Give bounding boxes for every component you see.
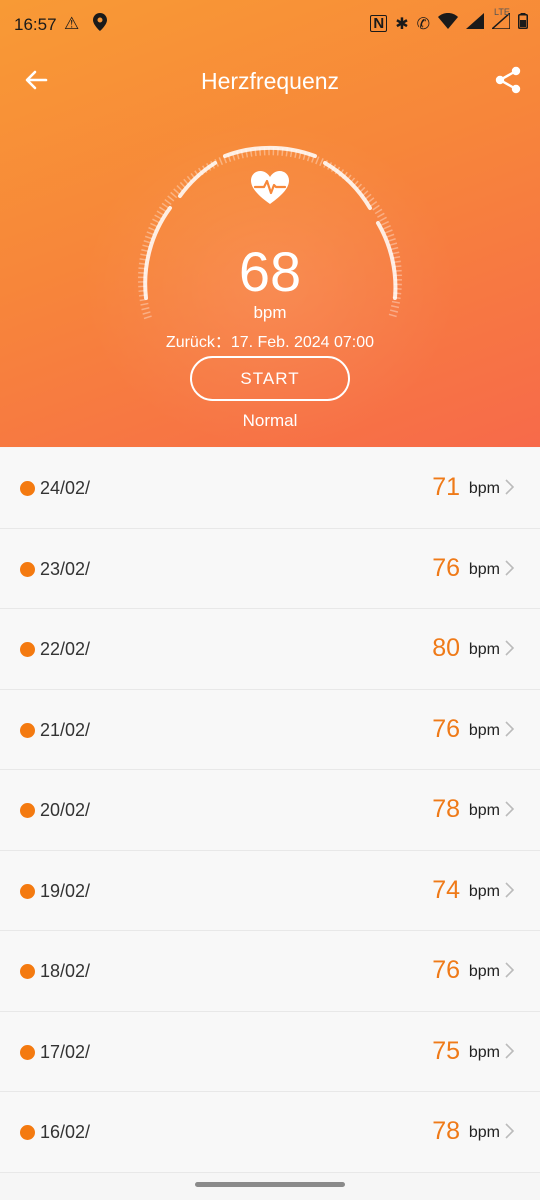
- status-dot-icon: [20, 642, 35, 657]
- history-value: 78: [432, 795, 460, 823]
- history-row[interactable]: 21/02/ 76 bpm: [0, 689, 540, 770]
- chevron-right-icon: [505, 559, 515, 576]
- history-date: 20/02/: [40, 800, 91, 820]
- history-date: 24/02/: [40, 478, 91, 498]
- chevron-right-icon: [505, 962, 515, 978]
- share-icon: [495, 66, 521, 94]
- app-bar: Herzfrequenz: [0, 58, 540, 102]
- current-bpm-value: 68: [238, 240, 302, 303]
- start-button[interactable]: START: [190, 356, 350, 401]
- history-unit: bpm: [468, 1043, 500, 1061]
- history-value: 76: [432, 553, 460, 582]
- history-row[interactable]: 16/02/ 78 bpm: [0, 1092, 540, 1173]
- status-dot-icon: [20, 481, 35, 496]
- status-icons: N ✱ ✆ LTE: [370, 7, 528, 34]
- history-row[interactable]: 18/02/ 76 bpm: [0, 931, 540, 1012]
- page-title: Herzfrequenz: [200, 68, 340, 94]
- chevron-right-icon: [505, 640, 515, 656]
- history-unit: bpm: [468, 721, 500, 739]
- status-dot-icon: [20, 1044, 35, 1060]
- status-bar: 16:57 ⚠ N ✱ ✆ LTE: [0, 0, 540, 50]
- history-date: 23/02/: [40, 558, 91, 579]
- history-row[interactable]: 17/02/ 75 bpm: [0, 1011, 540, 1092]
- history-value: 71: [432, 473, 460, 501]
- status-dot-icon: [20, 803, 35, 818]
- history-date: 21/02/: [40, 719, 91, 740]
- current-bpm-unit: bpm: [253, 303, 287, 322]
- chevron-right-icon: [505, 1123, 515, 1139]
- history-date: 22/02/: [40, 639, 91, 659]
- chevron-right-icon: [505, 479, 515, 495]
- history-unit: bpm: [468, 802, 500, 819]
- status-dot-icon: [20, 883, 35, 899]
- nfc-icon: N: [370, 15, 388, 32]
- lte-signal-icon: LTE: [490, 7, 511, 34]
- history-date: 19/02/: [40, 880, 91, 901]
- signal-icon: [466, 13, 484, 34]
- history-row[interactable]: 24/02/ 71 bpm: [0, 448, 540, 529]
- chevron-right-icon: [505, 1042, 515, 1059]
- chevron-right-icon: [505, 801, 515, 817]
- history-date: 17/02/: [40, 1041, 91, 1062]
- header: 16:57 ⚠ N ✱ ✆ LTE Herzfrequenz 68 bpm Zu…: [0, 0, 540, 447]
- history-row[interactable]: 23/02/ 76 bpm: [0, 528, 540, 609]
- status-dot-icon: [20, 561, 35, 577]
- history-row[interactable]: 22/02/ 80 bpm: [0, 609, 540, 690]
- status-dot-icon: [20, 722, 35, 738]
- location-icon: [93, 13, 107, 36]
- bluetooth-icon: ✱: [395, 15, 409, 33]
- history-value: 76: [432, 956, 460, 984]
- heart-rate-status: Normal: [242, 411, 298, 430]
- status-dot-icon: [20, 964, 35, 979]
- history-unit: bpm: [468, 882, 500, 900]
- history-unit: bpm: [468, 480, 500, 497]
- call-icon: ✆: [416, 15, 430, 33]
- chevron-right-icon: [505, 881, 515, 898]
- share-button[interactable]: [492, 64, 524, 96]
- warning-icon: ⚠: [64, 14, 80, 33]
- wifi-icon: [438, 13, 458, 34]
- status-time: 16:57: [14, 15, 57, 34]
- battery-icon: [518, 13, 528, 34]
- history-value: 78: [432, 1117, 460, 1145]
- lte-label: LTE: [494, 7, 510, 17]
- history-unit: bpm: [468, 1124, 500, 1141]
- history-unit: bpm: [468, 963, 500, 980]
- status-dot-icon: [20, 1125, 35, 1140]
- history-row[interactable]: 19/02/ 74 bpm: [0, 850, 540, 931]
- history-date: 18/02/: [40, 961, 91, 981]
- history-row[interactable]: 20/02/ 78 bpm: [0, 770, 540, 851]
- home-indicator[interactable]: [195, 1182, 345, 1187]
- history-value: 80: [432, 634, 460, 662]
- history-date: 16/02/: [40, 1122, 91, 1142]
- history-unit: bpm: [468, 641, 500, 658]
- history-value: 75: [432, 1036, 460, 1065]
- heart-pulse-icon: [250, 170, 290, 206]
- history-list: 24/02/ 71 bpm 23/02/ 76 bpm 22/02/ 80 bp…: [0, 448, 540, 1173]
- history-value: 74: [432, 875, 460, 904]
- history-unit: bpm: [468, 560, 500, 578]
- history-value: 76: [432, 714, 460, 743]
- chevron-right-icon: [505, 720, 515, 737]
- last-measurement-time: Zurück：17. Feb. 2024 07:00: [165, 334, 375, 351]
